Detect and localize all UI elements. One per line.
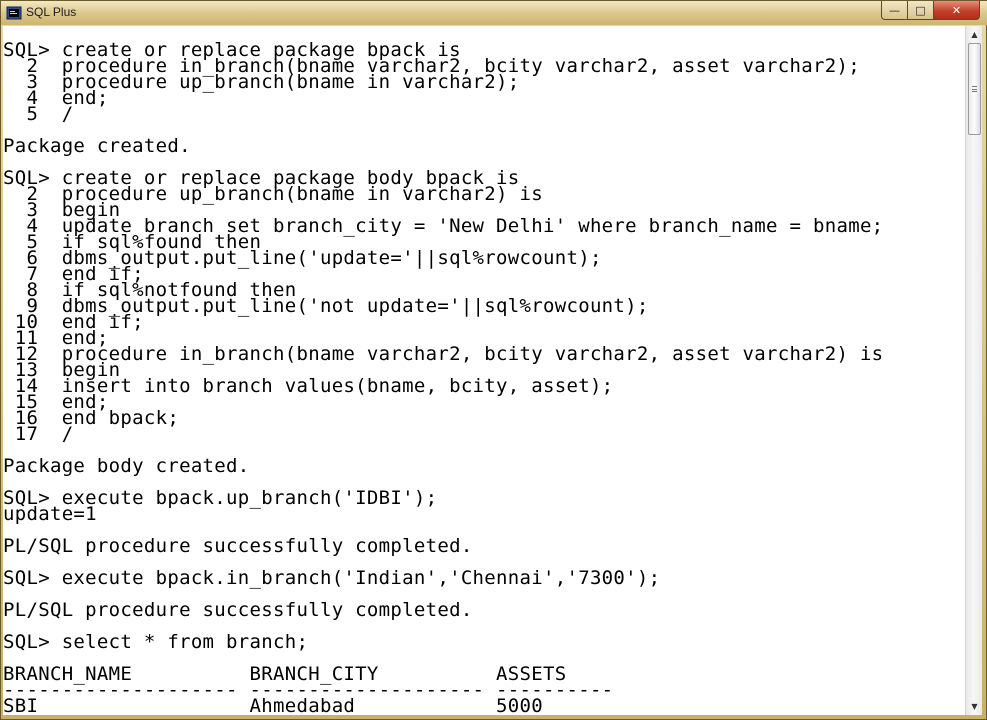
console-line: SQL> select * from branch;: [3, 631, 309, 653]
console-line: 12 procedure in_branch(bname varchar2, b…: [3, 343, 884, 365]
title-bar[interactable]: SQL Plus — □ ✕: [1, 1, 987, 25]
close-button[interactable]: ✕: [934, 1, 980, 20]
sqlplus-window: SQL Plus — □ ✕ SQL> create or replace pa…: [0, 0, 987, 720]
console-line: SBI Ahmedabad 5000: [3, 695, 543, 716]
scroll-up-arrow-icon[interactable]: ▲: [966, 26, 983, 43]
console-line: SQL> execute bpack.in_branch('Indian','C…: [3, 567, 661, 589]
console-output[interactable]: SQL> create or replace package bpack is …: [3, 26, 965, 715]
minimize-button[interactable]: —: [881, 1, 908, 20]
scroll-down-arrow-icon[interactable]: ▼: [966, 698, 983, 715]
console-line: 5 /: [3, 103, 74, 125]
window-title: SQL Plus: [26, 5, 77, 19]
vertical-scrollbar[interactable]: ▲ ▼: [965, 26, 982, 715]
scrollbar-thumb[interactable]: [968, 43, 981, 135]
console-line: update=1: [3, 503, 97, 525]
console-line: Package body created.: [3, 455, 250, 477]
console-line: Package created.: [3, 135, 191, 157]
console-line: PL/SQL procedure successfully completed.: [3, 535, 473, 557]
window-controls: — □ ✕: [881, 1, 980, 20]
grip-icon: [972, 86, 977, 92]
sql-plus-icon[interactable]: [6, 5, 22, 21]
console-line: 17 /: [3, 423, 74, 445]
console-line: PL/SQL procedure successfully completed.: [3, 599, 473, 621]
maximize-button[interactable]: □: [908, 1, 934, 20]
